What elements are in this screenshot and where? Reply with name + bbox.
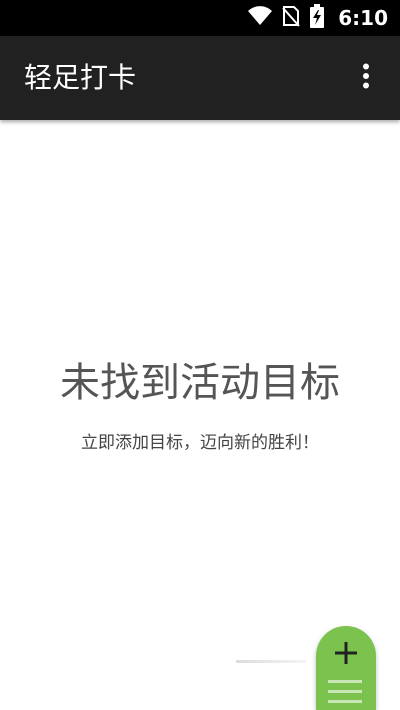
fab-highlight	[328, 700, 362, 703]
plus-icon	[333, 640, 359, 666]
fab-highlight	[328, 690, 362, 693]
more-vert-icon	[362, 63, 370, 93]
status-icons: 6:10	[248, 0, 388, 36]
app-toolbar: 轻足打卡	[0, 36, 400, 120]
fab-highlight	[328, 680, 362, 683]
status-time: 6:10	[338, 6, 388, 30]
fab-shadow-line	[236, 660, 306, 663]
battery-charging-icon	[310, 4, 325, 32]
empty-state-title: 未找到活动目标	[60, 360, 340, 406]
wifi-icon	[248, 6, 273, 30]
app-title: 轻足打卡	[24, 61, 137, 94]
status-bar: 6:10	[0, 0, 400, 36]
more-options-button[interactable]	[348, 60, 384, 96]
no-sim-icon	[282, 5, 300, 31]
app-screen: 6:10 轻足打卡 未找到活动目标 立即添加目标，迈向新的胜利！	[0, 0, 400, 710]
empty-state-subtitle: 立即添加目标，迈向新的胜利！	[81, 433, 319, 453]
add-goal-button[interactable]	[316, 626, 376, 710]
